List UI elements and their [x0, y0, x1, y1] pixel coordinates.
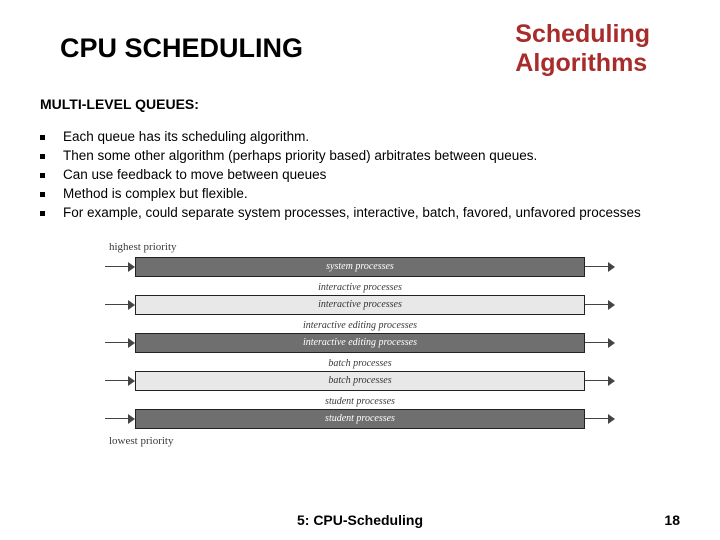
list-item: For example, could separate system proce… [40, 204, 690, 222]
bullet-text: Each queue has its scheduling algorithm. [63, 128, 309, 146]
arrow-out-icon [585, 300, 615, 310]
arrow-in-icon [105, 338, 135, 348]
arrow-in-icon [105, 300, 135, 310]
title-right-line2: Algorithms [515, 49, 650, 78]
subheading: MULTI-LEVEL QUEUES: [40, 96, 720, 112]
queue-box: batch processes [135, 371, 585, 391]
gap-label: batch processes [328, 358, 391, 369]
queue-row: batch processes [105, 371, 615, 391]
queue-diagram: highest priority system processes intera… [105, 241, 615, 447]
list-item: Can use feedback to move between queues [40, 166, 690, 184]
queue-box: interactive editing processes [135, 333, 585, 353]
queue-gap: student processes [105, 395, 615, 409]
lowest-priority-label: lowest priority [109, 435, 615, 447]
queue-gap: interactive editing processes [105, 319, 615, 333]
gap-label: interactive editing processes [303, 320, 417, 331]
bullet-icon [40, 154, 45, 159]
gap-label: student processes [325, 396, 395, 407]
queue-label: interactive editing processes [303, 337, 417, 348]
queue-label: interactive processes [318, 299, 402, 310]
queue-row: system processes [105, 257, 615, 277]
bullet-text: Then some other algorithm (perhaps prior… [63, 147, 537, 165]
bullet-icon [40, 173, 45, 178]
arrow-out-icon [585, 338, 615, 348]
highest-priority-label: highest priority [109, 241, 615, 253]
queue-gap: interactive processes [105, 281, 615, 295]
title-left: CPU SCHEDULING [60, 33, 303, 64]
bullet-icon [40, 192, 45, 197]
queue-box: system processes [135, 257, 585, 277]
arrow-out-icon [585, 414, 615, 424]
queue-gap: batch processes [105, 357, 615, 371]
queue-box: student processes [135, 409, 585, 429]
title-right-line1: Scheduling [515, 20, 650, 49]
queue-row: interactive editing processes [105, 333, 615, 353]
queue-box: interactive processes [135, 295, 585, 315]
queue-row: student processes [105, 409, 615, 429]
bullet-text: Method is complex but flexible. [63, 185, 248, 203]
arrow-in-icon [105, 262, 135, 272]
arrow-in-icon [105, 376, 135, 386]
list-item: Each queue has its scheduling algorithm. [40, 128, 690, 146]
bullet-text: For example, could separate system proce… [63, 204, 641, 222]
queue-row: interactive processes [105, 295, 615, 315]
gap-label: interactive processes [318, 282, 402, 293]
queue-label: student processes [325, 413, 395, 424]
footer-center: 5: CPU-Scheduling [0, 512, 720, 528]
arrow-out-icon [585, 376, 615, 386]
page-number: 18 [664, 512, 680, 528]
bullet-icon [40, 135, 45, 140]
arrow-in-icon [105, 414, 135, 424]
list-item: Method is complex but flexible. [40, 185, 690, 203]
list-item: Then some other algorithm (perhaps prior… [40, 147, 690, 165]
queue-label: system processes [326, 261, 394, 272]
bullet-icon [40, 211, 45, 216]
title-right: Scheduling Algorithms [515, 20, 650, 78]
arrow-out-icon [585, 262, 615, 272]
slide-header: CPU SCHEDULING Scheduling Algorithms [0, 0, 720, 78]
bullet-text: Can use feedback to move between queues [63, 166, 326, 184]
bullet-list: Each queue has its scheduling algorithm.… [40, 128, 720, 223]
queue-label: batch processes [328, 375, 391, 386]
